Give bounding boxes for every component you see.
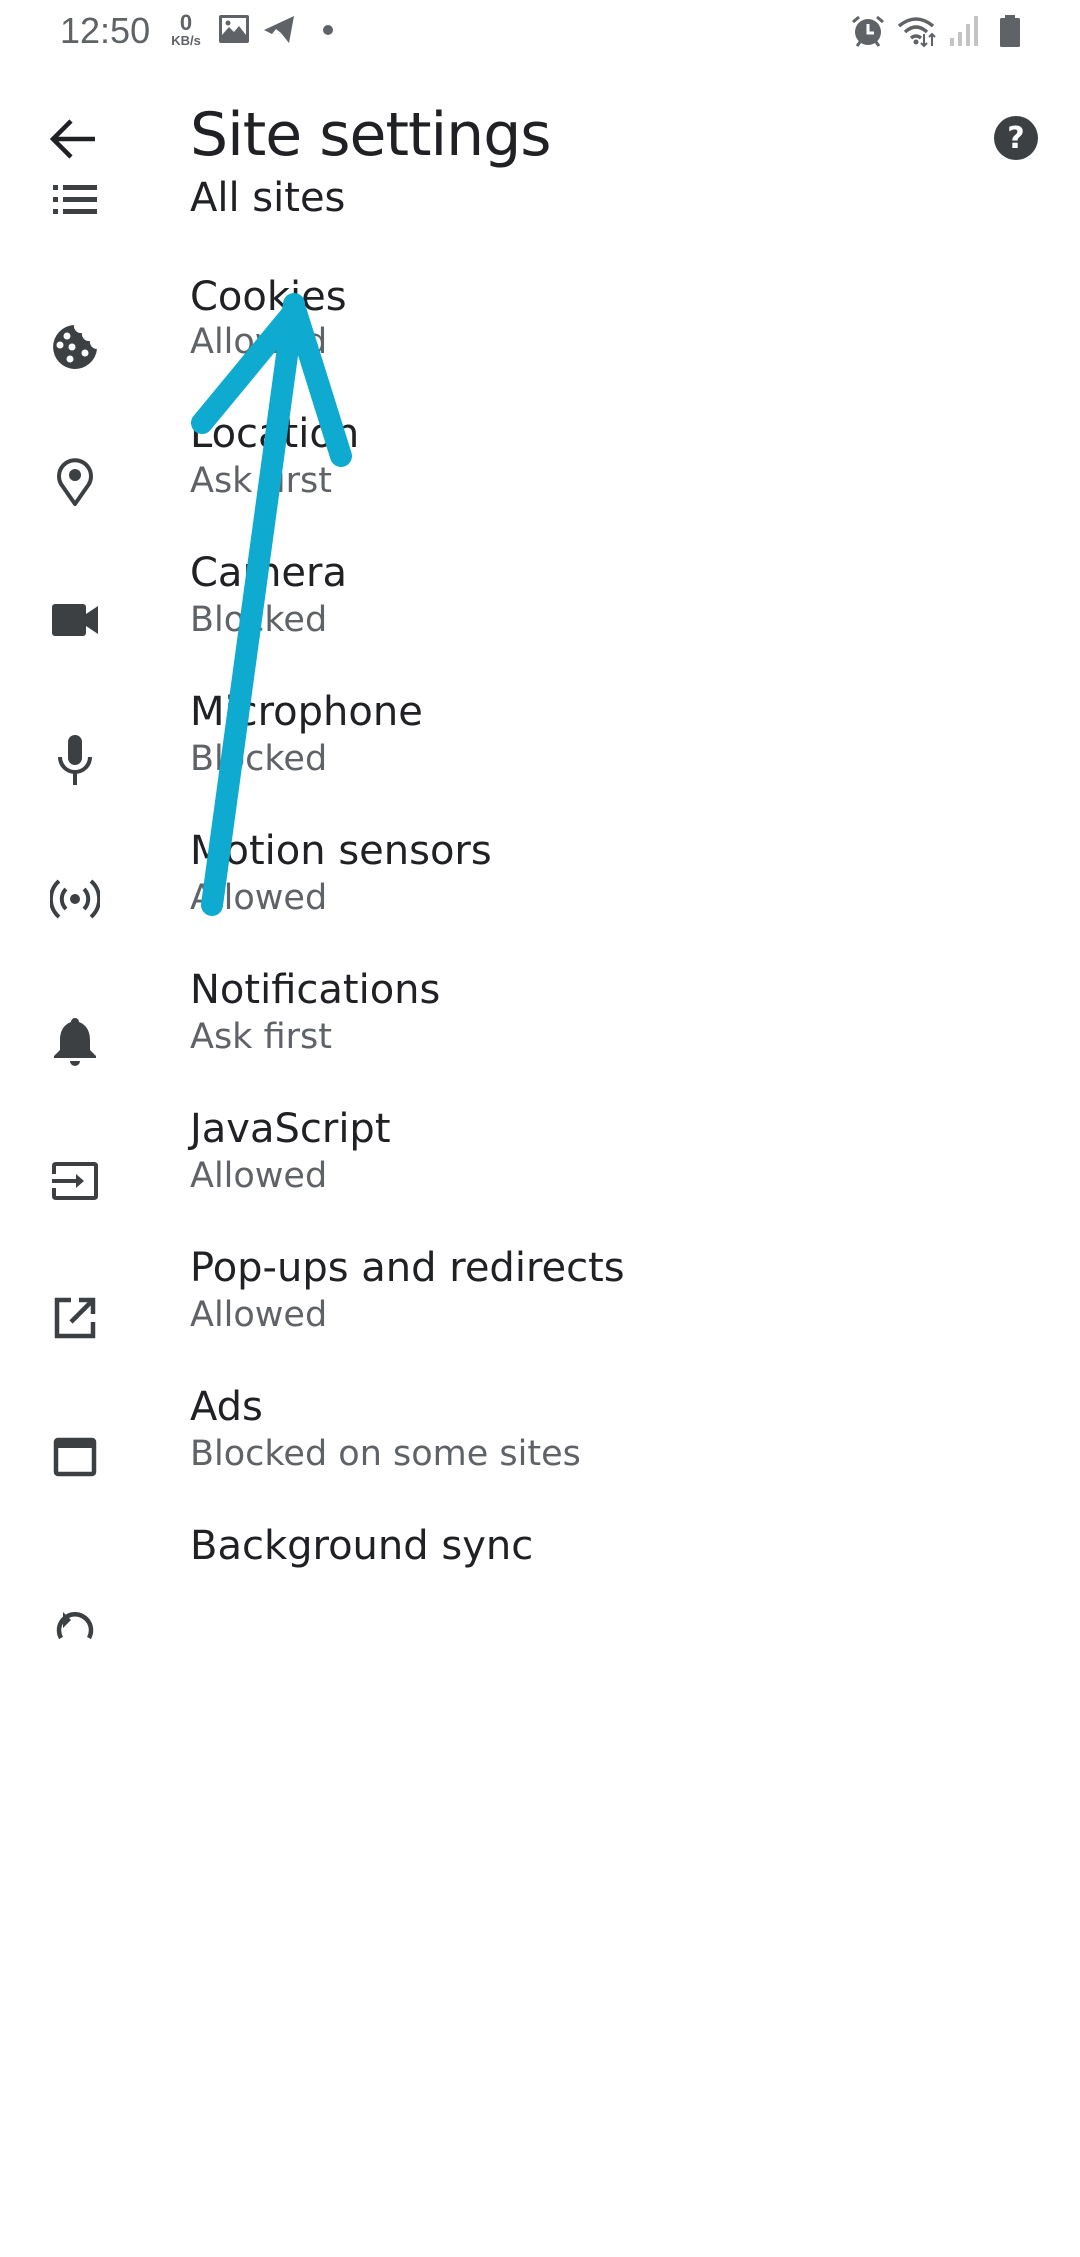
setting-motion-sensors[interactable]: Motion sensors Allowed xyxy=(0,826,1080,965)
setting-ads[interactable]: Ads Blocked on some sites xyxy=(0,1382,1080,1521)
setting-status: Allowed xyxy=(190,878,328,918)
setting-title: Cookies xyxy=(190,274,347,320)
back-button[interactable] xyxy=(40,106,106,172)
dot-icon xyxy=(322,24,334,36)
setting-status: Allowed xyxy=(190,1156,328,1196)
setting-title: Motion sensors xyxy=(190,828,492,874)
list-icon xyxy=(40,165,110,235)
arrow-back-icon xyxy=(49,117,97,161)
status-time: 12:50 xyxy=(60,10,151,51)
status-bar: 12:50 0 KB/s xyxy=(0,0,1080,64)
input-arrow-icon xyxy=(40,1146,110,1216)
setting-popups-redirects[interactable]: Pop-ups and redirects Allowed xyxy=(0,1243,1080,1382)
open-external-icon xyxy=(40,1283,110,1353)
bell-icon xyxy=(40,1005,110,1075)
videocam-icon xyxy=(40,585,110,655)
help-icon: ? xyxy=(993,115,1039,161)
setting-title: Microphone xyxy=(190,689,423,735)
location-pin-icon xyxy=(40,447,110,517)
page-title: Site settings xyxy=(190,100,552,170)
setting-status: Blocked on some sites xyxy=(190,1434,581,1474)
svg-text:?: ? xyxy=(1007,121,1024,156)
mic-icon xyxy=(40,725,110,795)
setting-title: Location xyxy=(190,411,360,457)
setting-title: All sites xyxy=(190,175,346,221)
network-speed-unit: KB/s xyxy=(171,33,201,48)
setting-title: Camera xyxy=(190,550,347,596)
sensors-icon xyxy=(40,864,110,934)
battery-icon xyxy=(998,14,1022,48)
setting-title: Ads xyxy=(190,1384,263,1430)
cookie-icon xyxy=(40,312,110,382)
setting-status: Ask first xyxy=(190,461,332,501)
sync-icon xyxy=(40,1595,110,1665)
setting-background-sync[interactable]: Background sync xyxy=(0,1521,1080,1660)
setting-status: Blocked xyxy=(190,600,328,640)
setting-cookies[interactable]: Cookies Allowed xyxy=(0,270,1080,409)
gallery-icon xyxy=(218,14,250,44)
setting-camera[interactable]: Camera Blocked xyxy=(0,548,1080,687)
alarm-icon xyxy=(850,14,886,48)
setting-status: Blocked xyxy=(190,739,328,779)
setting-notifications[interactable]: Notifications Ask first xyxy=(0,965,1080,1104)
setting-location[interactable]: Location Ask first xyxy=(0,409,1080,548)
window-icon xyxy=(40,1422,110,1492)
setting-javascript[interactable]: JavaScript Allowed xyxy=(0,1104,1080,1243)
signal-icon xyxy=(948,14,980,48)
setting-status: Allowed xyxy=(190,1295,328,1335)
setting-microphone[interactable]: Microphone Blocked xyxy=(0,687,1080,826)
setting-title: Background sync xyxy=(190,1523,534,1569)
network-speed-value: 0 xyxy=(179,10,193,35)
telegram-icon xyxy=(262,14,296,44)
help-button[interactable]: ? xyxy=(986,108,1046,168)
network-speed: 0 KB/s xyxy=(166,10,206,48)
setting-status: Ask first xyxy=(190,1017,332,1057)
setting-title: JavaScript xyxy=(190,1106,391,1152)
wifi-icon xyxy=(896,14,940,48)
setting-status: Allowed xyxy=(190,322,328,362)
setting-title: Pop-ups and redirects xyxy=(190,1245,625,1291)
setting-title: Notifications xyxy=(190,967,441,1013)
